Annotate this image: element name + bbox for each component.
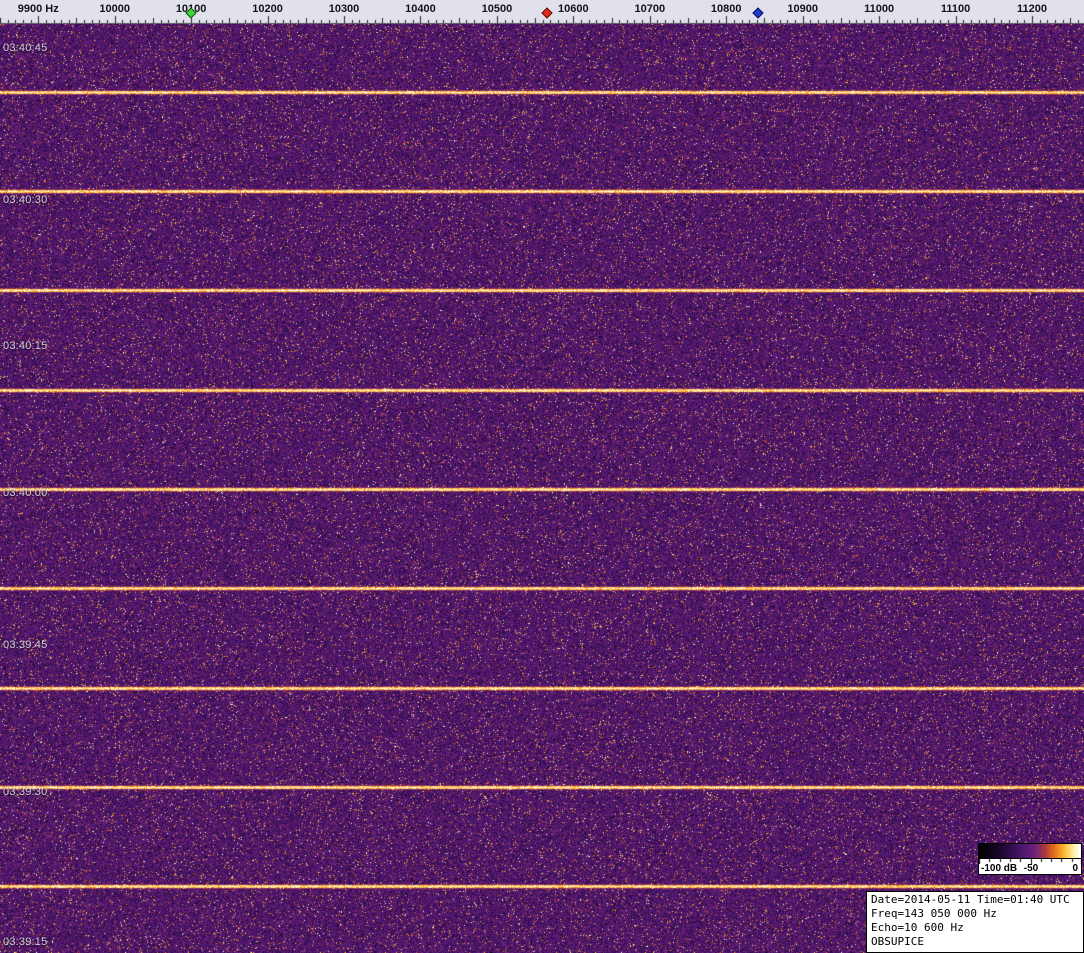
legend-label-max: 0	[1072, 863, 1078, 874]
freq-label: 10900	[787, 3, 818, 15]
spectrogram-app: 9900 Hz100001010010200103001040010500106…	[0, 0, 1084, 953]
legend-label-mid: -50	[1024, 863, 1038, 874]
freq-label: 10800	[711, 3, 742, 15]
info-line-echo: Echo=10 600 Hz	[871, 921, 1079, 935]
freq-label: 10400	[405, 3, 436, 15]
freq-label: 10300	[329, 3, 360, 15]
legend-scale: -100 dB -50 0	[978, 859, 1082, 875]
legend-colormap-gradient	[978, 843, 1082, 859]
freq-label: 10200	[252, 3, 283, 15]
info-line-station: OBSUPICE	[871, 935, 1079, 949]
freq-label: 10500	[482, 3, 513, 15]
frequency-ruler[interactable]: 9900 Hz100001010010200103001040010500106…	[0, 0, 1084, 24]
legend-label-min: -100 dB	[981, 863, 1017, 874]
freq-label: 10600	[558, 3, 589, 15]
spectrogram-canvas[interactable]	[0, 24, 1084, 953]
freq-label: 11100	[941, 3, 970, 15]
freq-label: 10000	[99, 3, 130, 15]
info-line-date: Date=2014-05-11 Time=01:40 UTC	[871, 893, 1079, 907]
freq-label: 10700	[634, 3, 665, 15]
info-box: Date=2014-05-11 Time=01:40 UTC Freq=143 …	[866, 891, 1084, 953]
freq-label: 9900 Hz	[18, 3, 59, 15]
freq-label: 11000	[864, 3, 894, 15]
intensity-legend: -100 dB -50 0	[978, 843, 1084, 875]
info-line-freq: Freq=143 050 000 Hz	[871, 907, 1079, 921]
freq-label: 11200	[1017, 3, 1047, 15]
